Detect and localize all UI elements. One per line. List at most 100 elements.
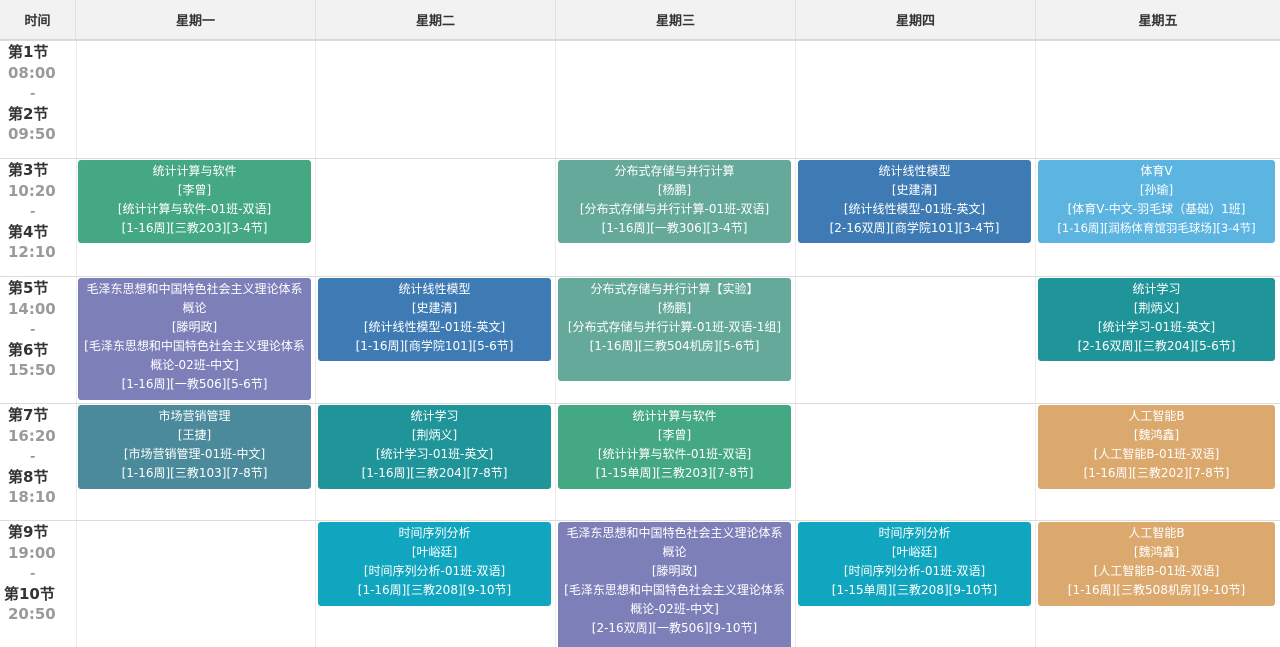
course-card[interactable]: 市场营销管理 [王捷] [市场营销管理-01班-中文] [1-16周][三教10… <box>78 405 311 489</box>
course-schedule: [2-16双周][一教506][9-10节] <box>591 621 758 635</box>
course-card[interactable]: 分布式存储与并行计算【实验】 [杨鹏] [分布式存储与并行计算-01班-双语-1… <box>558 278 791 381</box>
course-class: [统计线性模型-01班-英文] <box>843 202 986 216</box>
course-class: [市场营销管理-01班-中文] <box>123 447 266 461</box>
course-name: 统计计算与软件 <box>632 409 717 423</box>
time-dash: - <box>30 320 36 338</box>
course-name: 统计学习 <box>1132 282 1181 296</box>
start-time: 08:00 <box>8 63 56 82</box>
end-time: 12:10 <box>8 243 56 261</box>
course-name: 毛泽东思想和中国特色社会主义理论体系概论 <box>86 282 303 315</box>
course-teacher: [李曾] <box>657 428 692 442</box>
course-name: 统计计算与软件 <box>152 164 237 178</box>
course-class: [毛泽东思想和中国特色社会主义理论体系概论-02班-中文] <box>564 583 785 616</box>
course-class: [统计计算与软件-01班-双语] <box>117 202 272 216</box>
start-time: 16:20 <box>8 426 56 445</box>
time-cell-4: 第7节 16:20 - 第8节 18:10 <box>0 404 76 508</box>
course-schedule: [1-16周][一教306][3-4节] <box>601 221 748 235</box>
course-class: [人工智能B-01班-双语] <box>1093 564 1220 578</box>
course-card[interactable]: 统计学习 [荆炳义] [统计学习-01班-英文] [2-16双周][三教204]… <box>1038 278 1275 361</box>
course-schedule: [1-16周][三教504机房][5-6节] <box>589 339 760 353</box>
course-timetable: 时间 星期一 星期二 星期三 星期四 星期五 第1节 08:00 - 第2节 0… <box>0 0 1280 647</box>
course-class: [时间序列分析-01班-双语] <box>843 564 986 578</box>
end-period: 第2节 <box>8 104 49 123</box>
course-schedule: [1-16周][润杨体育馆羽毛球场][3-4节] <box>1057 221 1256 235</box>
start-period: 第3节 <box>8 161 49 179</box>
course-schedule: [1-15单周][三教203][7-8节] <box>595 466 754 480</box>
time-cell-5: 第9节 19:00 - 第10节 20:50 <box>0 521 76 625</box>
course-name: 时间序列分析 <box>878 526 951 540</box>
course-teacher: [魏鸿鑫] <box>1133 545 1180 559</box>
course-schedule: [1-16周][三教103][7-8节] <box>121 466 268 480</box>
course-card[interactable]: 毛泽东思想和中国特色社会主义理论体系概论 [滕明政] [毛泽东思想和中国特色社会… <box>78 278 311 400</box>
start-period: 第9节 <box>8 523 49 541</box>
course-schedule: [1-16周][商学院101][5-6节] <box>355 339 514 353</box>
course-schedule: [1-16周][三教202][7-8节] <box>1083 466 1230 480</box>
end-time: 15:50 <box>8 361 56 379</box>
course-card[interactable]: 人工智能B [魏鸿鑫] [人工智能B-01班-双语] [1-16周][三教202… <box>1038 405 1275 489</box>
course-class: [毛泽东思想和中国特色社会主义理论体系概论-02班-中文] <box>84 339 305 372</box>
end-period: 第8节 <box>8 467 49 486</box>
course-card[interactable]: 统计计算与软件 [李曾] [统计计算与软件-01班-双语] [1-15单周][三… <box>558 405 791 489</box>
time-cell-2: 第3节 10:20 - 第4节 12:10 <box>0 159 76 263</box>
course-card[interactable]: 统计线性模型 [史建清] [统计线性模型-01班-英文] [2-16双周][商学… <box>798 160 1031 243</box>
course-card[interactable]: 毛泽东思想和中国特色社会主义理论体系概论 [滕明政] [毛泽东思想和中国特色社会… <box>558 522 791 647</box>
course-card[interactable]: 人工智能B [魏鸿鑫] [人工智能B-01班-双语] [1-16周][三教508… <box>1038 522 1275 606</box>
time-dash: - <box>30 202 36 220</box>
course-teacher: [滕明政] <box>171 320 218 334</box>
course-schedule: [1-16周][三教508机房][9-10节] <box>1067 583 1246 597</box>
course-name: 统计学习 <box>410 409 459 423</box>
time-cell-3: 第5节 14:00 - 第6节 15:50 <box>0 277 76 381</box>
end-time: 09:50 <box>8 125 56 143</box>
header-monday: 星期一 <box>76 0 316 40</box>
course-teacher: [滕明政] <box>651 564 698 578</box>
header-wednesday: 星期三 <box>556 0 796 40</box>
course-name: 分布式存储与并行计算 <box>614 164 735 178</box>
course-class: [统计计算与软件-01班-双语] <box>597 447 752 461</box>
header-time: 时间 <box>0 0 76 40</box>
course-schedule: [1-15单周][三教208][9-10节] <box>831 583 998 597</box>
course-card[interactable]: 统计计算与软件 [李曾] [统计计算与软件-01班-双语] [1-16周][三教… <box>78 160 311 243</box>
course-teacher: [史建清] <box>891 183 938 197</box>
course-class: [人工智能B-01班-双语] <box>1093 447 1220 461</box>
course-teacher: [魏鸿鑫] <box>1133 428 1180 442</box>
course-schedule: [1-16周][三教203][3-4节] <box>121 221 268 235</box>
course-schedule: [1-16周][一教506][5-6节] <box>121 377 268 391</box>
course-teacher: [王捷] <box>177 428 212 442</box>
time-dash: - <box>30 564 36 582</box>
course-teacher: [叶峪廷] <box>411 545 458 559</box>
header-thursday: 星期四 <box>796 0 1036 40</box>
course-name: 统计线性模型 <box>878 164 951 178</box>
course-card[interactable]: 体育Ⅴ [孙瑜] [体育Ⅴ-中文-羽毛球（基础）1班] [1-16周][润杨体育… <box>1038 160 1275 243</box>
course-schedule: [2-16双周][三教204][5-6节] <box>1077 339 1236 353</box>
time-dash: - <box>30 84 36 102</box>
course-class: [统计线性模型-01班-英文] <box>363 320 506 334</box>
course-schedule: [1-16周][三教208][9-10节] <box>357 583 512 597</box>
course-card[interactable]: 时间序列分析 [叶峪廷] [时间序列分析-01班-双语] [1-16周][三教2… <box>318 522 551 606</box>
start-period: 第1节 <box>8 43 49 61</box>
course-teacher: [荆炳义] <box>411 428 458 442</box>
course-schedule: [1-16周][三教204][7-8节] <box>361 466 508 480</box>
course-name: 体育Ⅴ <box>1140 164 1173 178</box>
course-card[interactable]: 分布式存储与并行计算 [杨鹏] [分布式存储与并行计算-01班-双语] [1-1… <box>558 160 791 243</box>
course-class: [分布式存储与并行计算-01班-双语] <box>579 202 770 216</box>
end-period: 第10节 <box>4 584 55 603</box>
time-dash: - <box>30 447 36 465</box>
end-time: 20:50 <box>8 605 56 623</box>
end-period: 第4节 <box>8 222 49 241</box>
course-name: 市场营销管理 <box>158 409 231 423</box>
course-schedule: [2-16双周][商学院101][3-4节] <box>829 221 1000 235</box>
end-time: 18:10 <box>8 488 56 506</box>
start-period: 第7节 <box>8 406 49 424</box>
start-time: 10:20 <box>8 181 56 200</box>
course-class: [统计学习-01班-英文] <box>1097 320 1216 334</box>
course-class: [分布式存储与并行计算-01班-双语-1组] <box>567 320 782 334</box>
course-card[interactable]: 统计线性模型 [史建清] [统计线性模型-01班-英文] [1-16周][商学院… <box>318 278 551 361</box>
course-card[interactable]: 时间序列分析 [叶峪廷] [时间序列分析-01班-双语] [1-15单周][三教… <box>798 522 1031 606</box>
course-name: 统计线性模型 <box>398 282 471 296</box>
time-cell-1: 第1节 08:00 - 第2节 09:50 <box>0 41 76 145</box>
course-card[interactable]: 统计学习 [荆炳义] [统计学习-01班-英文] [1-16周][三教204][… <box>318 405 551 489</box>
course-class: [体育Ⅴ-中文-羽毛球（基础）1班] <box>1067 202 1246 216</box>
course-teacher: [李曾] <box>177 183 212 197</box>
course-name: 时间序列分析 <box>398 526 471 540</box>
course-teacher: [孙瑜] <box>1139 183 1174 197</box>
